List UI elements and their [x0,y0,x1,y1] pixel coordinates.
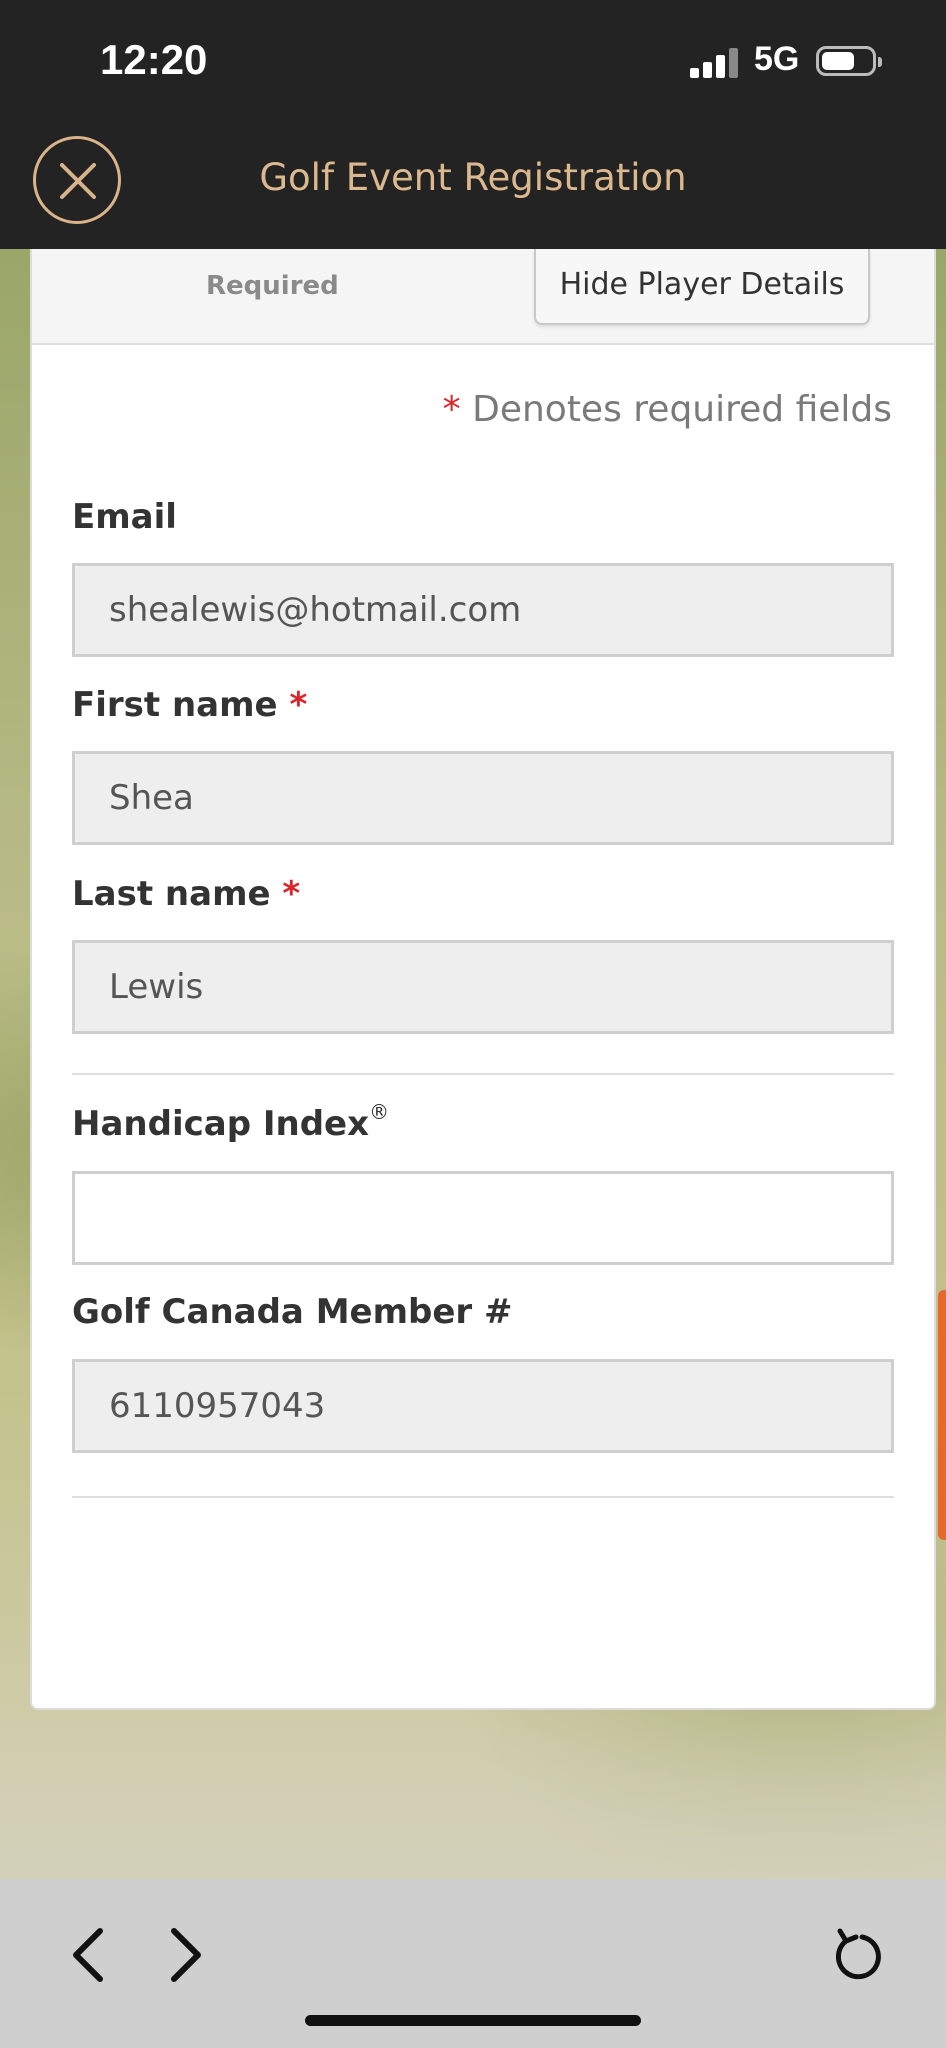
battery-icon [816,46,882,76]
forward-icon[interactable] [168,1927,204,1983]
background-fade [0,1700,946,1880]
handicap-label-text: Handicap Index [72,1104,370,1144]
network-type: 5G [754,40,800,78]
hide-player-details-button[interactable]: Hide Player Details [534,249,870,325]
required-note-text: Denotes required fields [472,389,892,430]
required-star: * [442,389,461,430]
required-star: * [282,874,301,914]
tab-required[interactable]: Required [206,271,339,301]
divider [72,1496,894,1498]
member-number-field[interactable]: 6110957043 [72,1359,894,1453]
handicap-index-field[interactable] [72,1171,894,1265]
first-name-field[interactable]: Shea [72,751,894,845]
member-number-label: Golf Canada Member # [72,1292,513,1332]
email-label: Email [72,497,177,537]
status-time: 12:20 [100,36,208,83]
home-indicator[interactable] [305,2015,641,2026]
required-star: * [289,685,308,725]
card-header: Required Hide Player Details [32,249,934,345]
required-fields-note: * Denotes required fields [443,389,892,430]
last-name-field[interactable]: Lewis [72,940,894,1034]
last-name-label: Last name * [72,874,300,914]
email-field[interactable]: shealewis@hotmail.com [72,563,894,657]
registered-mark: ® [369,1100,390,1124]
first-name-label: First name * [72,685,307,725]
registration-card: Required Hide Player Details * Denotes r… [30,249,936,1710]
page-title: Golf Event Registration [259,156,687,199]
back-icon[interactable] [70,1927,106,1983]
top-bar: 12:20 5G Golf Event Registration [0,0,946,249]
handicap-label: Handicap Index® [72,1100,389,1144]
divider [72,1073,894,1075]
side-tab[interactable] [938,1290,946,1540]
last-name-label-text: Last name [72,874,271,914]
first-name-label-text: First name [72,685,278,725]
reload-icon[interactable] [832,1925,884,1981]
signal-icon [690,48,738,78]
